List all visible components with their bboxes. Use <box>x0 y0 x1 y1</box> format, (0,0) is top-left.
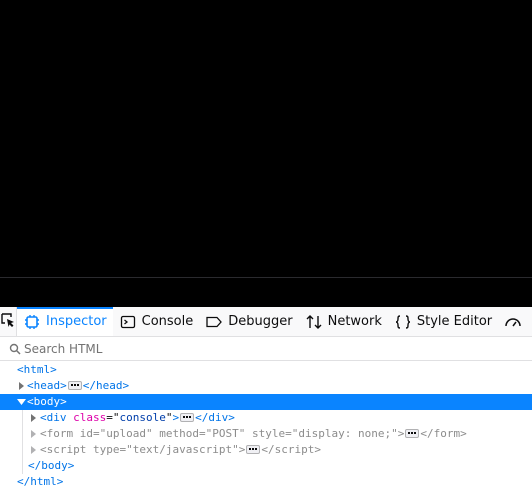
tab-label: Network <box>327 314 382 329</box>
markup-tree: <html> <head> </head> <body> <div class="… <box>0 361 532 490</box>
element-picker-icon <box>0 312 16 332</box>
devtools-toolbar: Inspector Console Debugger Network Style… <box>0 307 532 337</box>
node-div-console[interactable]: <div class="console"> </div> <box>0 410 532 426</box>
devtools-panel: Inspector Console Debugger Network Style… <box>0 307 532 501</box>
collapsed-ellipsis-icon[interactable] <box>246 445 261 454</box>
search-html-input[interactable] <box>24 341 504 356</box>
collapse-body-icon[interactable] <box>16 394 26 410</box>
collapsed-ellipsis-icon[interactable] <box>67 381 82 390</box>
node-html-open[interactable]: <html> <box>0 362 532 378</box>
search-bar <box>0 337 532 361</box>
performance-icon <box>504 313 522 331</box>
expand-script-icon[interactable] <box>28 442 38 458</box>
console-icon <box>119 313 137 331</box>
viewport-bottom <box>0 277 532 307</box>
tab-label: Inspector <box>46 314 107 329</box>
tab-network[interactable]: Network <box>299 307 388 336</box>
expand-form-icon[interactable] <box>28 426 38 442</box>
expand-div-icon[interactable] <box>28 410 38 426</box>
style-editor-icon <box>394 313 412 331</box>
tab-label: Console <box>141 314 194 329</box>
indent-guide <box>22 410 23 426</box>
element-picker-button[interactable] <box>0 307 17 336</box>
network-icon <box>305 313 323 331</box>
tab-debugger[interactable]: Debugger <box>199 307 298 336</box>
indent-guide <box>22 442 23 458</box>
node-script[interactable]: <script type="text/javascript"> </script> <box>0 442 532 458</box>
node-body-close[interactable]: </body> <box>0 458 532 474</box>
page-viewport[interactable] <box>0 0 532 277</box>
indent-guide <box>22 426 23 442</box>
node-form-upload[interactable]: <form id="upload" method="POST" style="d… <box>0 426 532 442</box>
debugger-icon <box>205 313 223 331</box>
node-html-close[interactable]: </html> <box>0 474 532 490</box>
indent-guide <box>22 458 23 474</box>
node-body-selected[interactable]: <body> <box>0 394 532 410</box>
tab-label: Style Editor <box>416 314 493 329</box>
node-head[interactable]: <head> </head> <box>0 378 532 394</box>
expand-head-icon[interactable] <box>16 378 26 394</box>
tab-performance[interactable] <box>498 307 532 336</box>
collapsed-ellipsis-icon[interactable] <box>405 429 420 438</box>
inspector-icon <box>23 313 41 331</box>
tab-console[interactable]: Console <box>113 307 200 336</box>
tab-label: Debugger <box>228 314 293 329</box>
collapsed-ellipsis-icon[interactable] <box>180 413 195 422</box>
tab-style-editor[interactable]: Style Editor <box>388 307 498 336</box>
search-icon <box>8 342 22 356</box>
tab-inspector[interactable]: Inspector <box>17 307 113 336</box>
